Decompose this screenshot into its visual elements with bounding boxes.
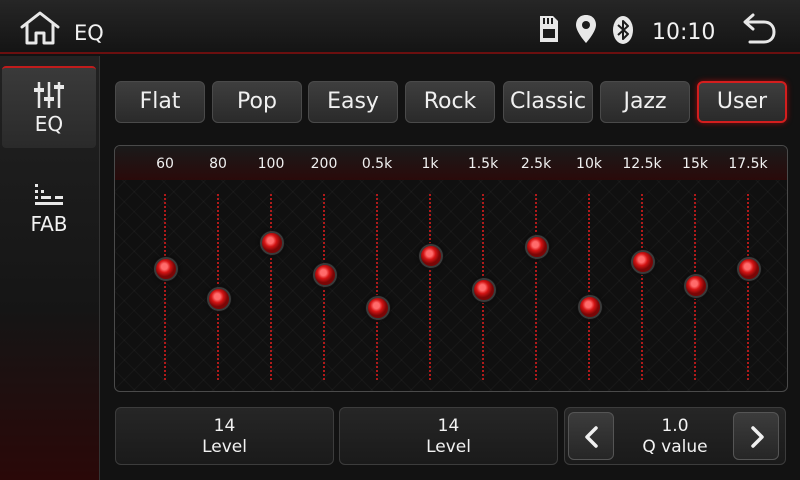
sidebar-item-eq[interactable]: EQ <box>2 66 96 148</box>
band-slider-knob[interactable] <box>260 231 284 256</box>
preset-classic-button[interactable]: Classic <box>503 81 593 123</box>
band-slider-track[interactable] <box>588 194 590 380</box>
band-label: 10k <box>576 156 602 172</box>
band-slider-knob[interactable] <box>313 262 337 287</box>
clock: 10:10 <box>652 20 716 45</box>
equalizer-panel: 60 80 100 200 0.5k 1k 1.5k 2.5k 10k 12.5k 15k 17.5k <box>114 145 788 392</box>
band-label: 80 <box>209 156 227 172</box>
level-label: Level <box>426 437 471 457</box>
bluetooth-icon <box>613 16 633 44</box>
location-pin-icon <box>576 15 596 43</box>
band-label: 0.5k <box>361 156 393 172</box>
sidebar-item-label: FAB <box>30 212 68 236</box>
sidebar-item-fab[interactable]: FAB <box>2 176 96 256</box>
band-slider-track[interactable] <box>164 194 166 380</box>
band-label: 60 <box>156 156 174 172</box>
level-label: Level <box>202 437 247 457</box>
home-button[interactable] <box>18 10 62 46</box>
band-slider-track[interactable] <box>747 194 749 380</box>
band-slider-knob[interactable] <box>207 287 231 312</box>
preset-easy-button[interactable]: Easy <box>308 81 398 123</box>
sidebar-item-label: EQ <box>34 112 64 136</box>
band-label: 17.5k <box>728 156 768 172</box>
band-slider-track[interactable] <box>323 194 325 380</box>
preset-pop-button[interactable]: Pop <box>212 81 302 123</box>
band-label: 1.5k <box>467 156 499 172</box>
band-label: 1k <box>421 156 439 172</box>
band-slider-knob[interactable] <box>154 257 178 282</box>
band-slider-knob[interactable] <box>419 244 443 269</box>
band-slider-knob[interactable] <box>525 235 549 260</box>
level-control-1[interactable]: 14 Level <box>115 407 334 465</box>
band-slider-knob[interactable] <box>366 296 390 321</box>
page-title: EQ <box>74 21 104 45</box>
band-slider-knob[interactable] <box>472 277 496 302</box>
level-value: 14 <box>437 416 460 436</box>
band-slider-track[interactable] <box>270 194 272 380</box>
status-bar: EQ 10:10 <box>0 0 800 54</box>
band-slider-knob[interactable] <box>737 257 761 282</box>
preset-user-button[interactable]: User <box>697 81 787 123</box>
band-slider-knob[interactable] <box>578 294 602 319</box>
band-slider-track[interactable] <box>376 194 378 380</box>
fader-balance-icon <box>35 184 63 205</box>
band-label: 200 <box>310 156 338 172</box>
level-control-2[interactable]: 14 Level <box>339 407 558 465</box>
band-slider-knob[interactable] <box>684 274 708 299</box>
back-button[interactable] <box>738 12 778 46</box>
band-label: 2.5k <box>520 156 552 172</box>
preset-flat-button[interactable]: Flat <box>115 81 205 123</box>
home-icon <box>20 11 60 45</box>
back-arrow-icon <box>743 13 776 44</box>
sidebar: EQ FAB <box>0 56 100 480</box>
chevron-right-icon <box>751 426 764 448</box>
equalizer-sliders-icon <box>34 82 64 108</box>
band-slider-knob[interactable] <box>631 249 655 274</box>
band-label: 15k <box>682 156 708 172</box>
sd-card-icon <box>540 16 558 42</box>
q-decrease-button[interactable] <box>568 412 614 460</box>
band-label: 12.5k <box>622 156 662 172</box>
band-slider-track[interactable] <box>429 194 431 380</box>
band-slider-track[interactable] <box>641 194 643 380</box>
q-increase-button[interactable] <box>733 412 779 460</box>
preset-rock-button[interactable]: Rock <box>405 81 495 123</box>
band-slider-track[interactable] <box>535 194 537 380</box>
band-label: 100 <box>257 156 285 172</box>
level-value: 14 <box>213 416 236 436</box>
chevron-left-icon <box>585 426 598 448</box>
preset-jazz-button[interactable]: Jazz <box>600 81 690 123</box>
